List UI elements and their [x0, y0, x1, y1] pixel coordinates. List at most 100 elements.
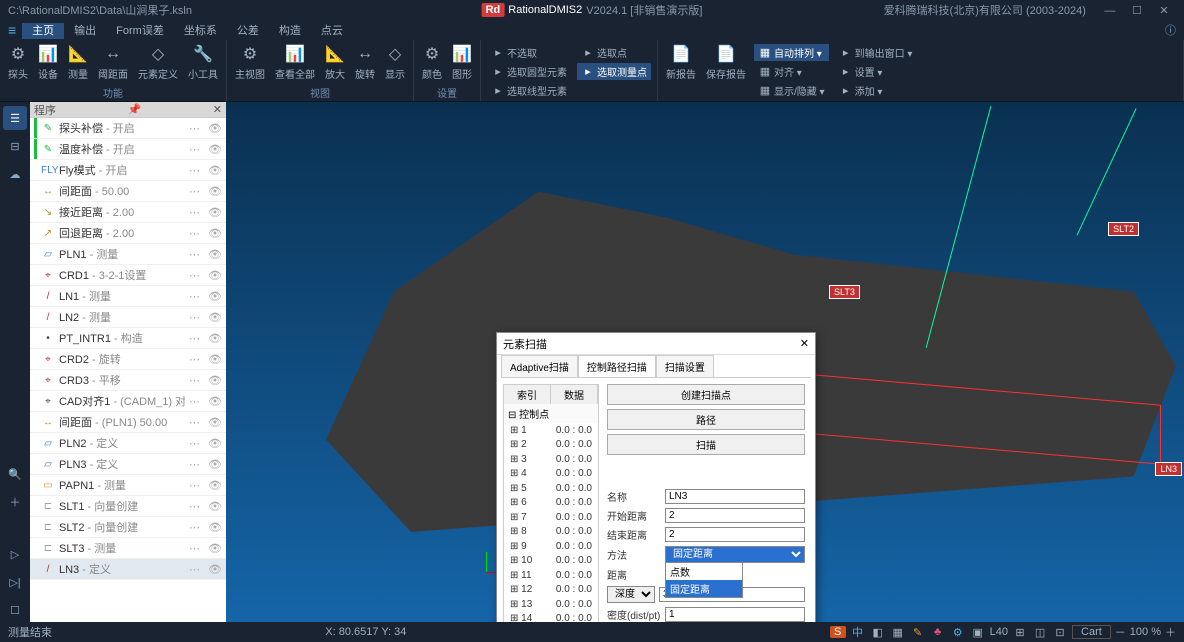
- sb-gear-icon[interactable]: ⚙: [950, 626, 966, 639]
- table-row[interactable]: ⊞ 10.0 : 0.0: [504, 423, 598, 438]
- program-close[interactable]: ✕: [213, 103, 222, 116]
- hamburger-icon[interactable]: ≡: [8, 22, 16, 38]
- program-item-LN2[interactable]: /LN2 - 测量⋯👁: [30, 307, 226, 328]
- table-row[interactable]: ⊞ 140.0 : 0.0: [504, 612, 598, 623]
- ribbon-查看全部[interactable]: 📊查看全部: [271, 42, 319, 83]
- program-item-PAPN1[interactable]: ▭PAPN1 - 测量⋯👁: [30, 475, 226, 496]
- tab-Adaptive扫描[interactable]: Adaptive扫描: [501, 355, 578, 377]
- sb-lang-icon[interactable]: 中: [850, 624, 866, 640]
- ribbon-元素定义[interactable]: ◇元素定义: [134, 42, 182, 83]
- ribbon-图形[interactable]: 📊图形: [448, 42, 476, 83]
- ribbon-阈距面[interactable]: ↔阈距面: [94, 42, 132, 83]
- program-item-PLN2[interactable]: ▱PLN2 - 定义⋯👁: [30, 433, 226, 454]
- menu-构造[interactable]: 构造: [269, 23, 311, 39]
- menu-点云[interactable]: 点云: [311, 23, 353, 39]
- table-row[interactable]: ⊞ 50.0 : 0.0: [504, 481, 598, 496]
- leftbar-stop[interactable]: ☐: [3, 598, 27, 622]
- sb-icon[interactable]: ◫: [1032, 626, 1048, 639]
- ribbon-保存报告[interactable]: 📄保存报告: [702, 42, 750, 83]
- leftbar-add[interactable]: ＋: [3, 490, 27, 514]
- method-dropdown[interactable]: 点数 固定距离: [665, 562, 743, 598]
- ribbon-探头[interactable]: ⚙探头: [4, 42, 32, 83]
- program-item-SLT3[interactable]: ⊏SLT3 - 测量⋯👁: [30, 538, 226, 559]
- table-row[interactable]: ⊞ 90.0 : 0.0: [504, 539, 598, 554]
- tag-slt3[interactable]: SLT3: [829, 285, 860, 299]
- ribbon-旋转[interactable]: ↔旋转: [351, 42, 379, 83]
- scan-button[interactable]: 扫描: [607, 434, 805, 455]
- table-row[interactable]: ⊞ 70.0 : 0.0: [504, 510, 598, 525]
- density-input[interactable]: [665, 607, 805, 622]
- table-row[interactable]: ⊞ 20.0 : 0.0: [504, 438, 598, 453]
- 3d-viewport[interactable]: SLT2 SLT3 PAPN1 LN3 x ✦ 元素扫描 ✕ Adaptive扫…: [226, 102, 1184, 622]
- program-item-温度补偿[interactable]: ✎温度补偿 - 开启⋯👁: [30, 139, 226, 160]
- program-item-CRD1[interactable]: ⌖CRD1 - 3-2-1设置⋯👁: [30, 265, 226, 286]
- program-item-PLN3[interactable]: ▱PLN3 - 定义⋯👁: [30, 454, 226, 475]
- ribbon-选取线型元素[interactable]: ▸选取线型元素: [487, 82, 571, 99]
- ribbon-显示/隐藏[interactable]: ▦显示/隐藏 ▾: [754, 82, 829, 99]
- ribbon-自动排列[interactable]: ▦自动排列 ▾: [754, 44, 829, 61]
- sb-icon[interactable]: ▦: [890, 626, 906, 639]
- ribbon-不选取[interactable]: ▸不选取: [487, 44, 571, 61]
- tab-扫描设置[interactable]: 扫描设置: [656, 355, 714, 377]
- table-row[interactable]: ⊞ 40.0 : 0.0: [504, 467, 598, 482]
- leftbar-step[interactable]: ▷|: [3, 570, 27, 594]
- tab-控制路径扫描[interactable]: 控制路径扫描: [578, 355, 656, 378]
- start-input[interactable]: [665, 508, 805, 523]
- program-item-PLN1[interactable]: ▱PLN1 - 测量⋯👁: [30, 244, 226, 265]
- ribbon-小工具[interactable]: 🔧小工具: [184, 42, 222, 83]
- dialog-close[interactable]: ✕: [800, 337, 809, 350]
- program-item-LN3[interactable]: /LN3 - 定义⋯👁: [30, 559, 226, 580]
- program-item-回退距离[interactable]: ↗回退距离 - 2.00⋯👁: [30, 223, 226, 244]
- ribbon-添加[interactable]: ▸添加 ▾: [835, 82, 917, 99]
- sb-icon[interactable]: ♣: [930, 626, 946, 638]
- table-row[interactable]: ⊞ 60.0 : 0.0: [504, 496, 598, 511]
- maximize-button[interactable]: ☐: [1125, 4, 1149, 17]
- ribbon-主视图[interactable]: ⚙主视图: [231, 42, 269, 83]
- ribbon-测量[interactable]: 📐测量: [64, 42, 92, 83]
- ribbon-选取圆型元素[interactable]: ▸选取圆型元素: [487, 63, 571, 80]
- depth-select[interactable]: 深度: [607, 586, 655, 603]
- sb-zoom-out[interactable]: －: [1115, 624, 1126, 640]
- name-input[interactable]: [665, 489, 805, 504]
- table-row[interactable]: ⊞ 130.0 : 0.0: [504, 597, 598, 612]
- table-row[interactable]: ⊞ 110.0 : 0.0: [504, 568, 598, 583]
- dropdown-opt-fixed[interactable]: 固定距离: [666, 580, 742, 597]
- ribbon-新报告[interactable]: 📄新报告: [662, 42, 700, 83]
- ribbon-选取点[interactable]: ▸选取点: [577, 44, 651, 61]
- ribbon-设置[interactable]: ▸设置 ▾: [835, 63, 917, 80]
- program-item-间距面[interactable]: ↔间距面 - 50.00⋯👁: [30, 181, 226, 202]
- program-item-探头补偿[interactable]: ✎探头补偿 - 开启⋯👁: [30, 118, 226, 139]
- menu-公差[interactable]: 公差: [227, 23, 269, 39]
- ribbon-颜色[interactable]: ⚙颜色: [418, 42, 446, 83]
- program-item-CAD对齐1[interactable]: ⌖CAD对齐1 - (CADM_1) 对齐于 (CRD3)⋯👁: [30, 391, 226, 412]
- sb-icon[interactable]: ⊞: [1012, 626, 1028, 639]
- sb-icon[interactable]: ▣: [970, 626, 986, 639]
- program-item-LN1[interactable]: /LN1 - 测量⋯👁: [30, 286, 226, 307]
- tag-ln3[interactable]: LN3: [1155, 462, 1182, 476]
- leftbar-tree[interactable]: ⊟: [3, 134, 27, 158]
- sb-icon[interactable]: ⊡: [1052, 626, 1068, 639]
- leftbar-search[interactable]: 🔍: [3, 462, 27, 486]
- program-item-SLT1[interactable]: ⊏SLT1 - 向量创建⋯👁: [30, 496, 226, 517]
- table-row[interactable]: ⊞ 80.0 : 0.0: [504, 525, 598, 540]
- leftbar-list[interactable]: ☰: [3, 106, 27, 130]
- minimize-button[interactable]: —: [1098, 5, 1122, 17]
- table-row[interactable]: ⊞ 30.0 : 0.0: [504, 452, 598, 467]
- sb-icon[interactable]: ◧: [870, 626, 886, 639]
- program-item-CRD3[interactable]: ⌖CRD3 - 平移⋯👁: [30, 370, 226, 391]
- sb-cart[interactable]: Cart: [1072, 625, 1111, 639]
- leftbar-cloud[interactable]: ☁: [3, 162, 27, 186]
- leftbar-play[interactable]: ▷: [3, 542, 27, 566]
- ribbon-到输出窗口[interactable]: ▸到输出窗口 ▾: [835, 44, 917, 61]
- program-item-间距面[interactable]: ↔间距面 - (PLN1) 50.00⋯👁: [30, 412, 226, 433]
- path-button[interactable]: 路径: [607, 409, 805, 430]
- table-row[interactable]: ⊞ 100.0 : 0.0: [504, 554, 598, 569]
- program-item-PT_INTR1[interactable]: •PT_INTR1 - 构造⋯👁: [30, 328, 226, 349]
- menu-输出[interactable]: 输出: [64, 23, 106, 39]
- create-scan-point-button[interactable]: 创建扫描点: [607, 384, 805, 405]
- sb-s-icon[interactable]: S: [830, 626, 846, 638]
- menu-Form误差[interactable]: Form误差: [106, 23, 174, 39]
- menu-主页[interactable]: 主页: [22, 23, 64, 39]
- dropdown-opt-points[interactable]: 点数: [666, 563, 742, 580]
- ribbon-选取测量点[interactable]: ▸选取测量点: [577, 63, 651, 80]
